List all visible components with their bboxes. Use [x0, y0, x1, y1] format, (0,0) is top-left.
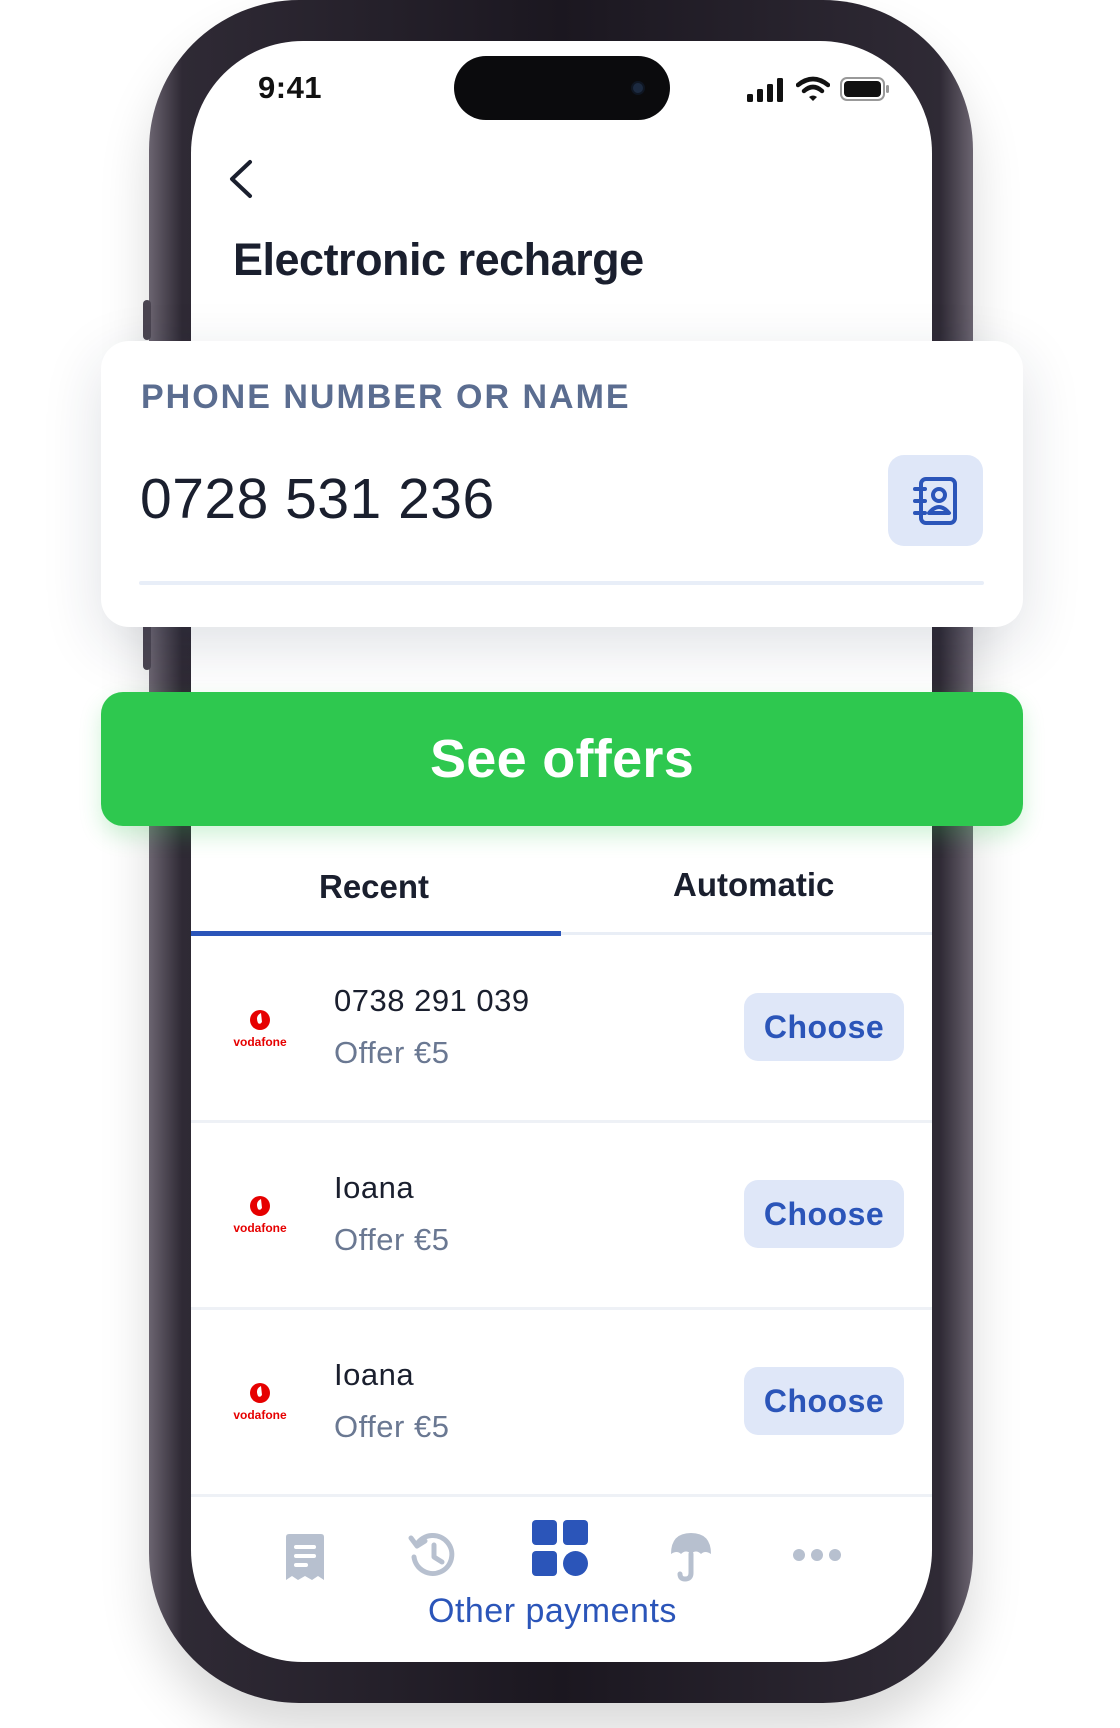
recent-item-title: Ioana	[334, 1170, 415, 1205]
choose-button[interactable]: Choose	[744, 1180, 904, 1248]
tab-automatic[interactable]: Automatic	[673, 866, 834, 904]
contacts-book-icon	[912, 476, 957, 525]
action-button	[143, 300, 151, 340]
receipt-icon[interactable]	[283, 1532, 327, 1582]
nav-label-other-payments[interactable]: Other payments	[428, 1592, 677, 1631]
see-offers-button[interactable]: See offers	[101, 692, 1023, 826]
camera-icon	[631, 81, 645, 95]
wifi-icon	[796, 76, 830, 101]
history-icon[interactable]	[408, 1530, 458, 1580]
tab-recent[interactable]: Recent	[319, 868, 429, 906]
row-divider	[191, 1120, 932, 1123]
phone-input-label: PHONE NUMBER OR NAME	[141, 378, 631, 416]
battery-icon	[840, 77, 889, 101]
back-chevron-icon[interactable]	[226, 158, 256, 200]
contacts-button[interactable]	[888, 455, 983, 546]
recent-item-offer: Offer €5	[334, 1035, 450, 1070]
svg-text:vodafone: vodafone	[233, 1035, 287, 1049]
svg-text:vodafone: vodafone	[233, 1221, 287, 1235]
recent-item-offer: Offer €5	[334, 1222, 450, 1257]
active-tab-indicator	[191, 931, 561, 936]
phone-number-input[interactable]: 0728 531 236	[140, 466, 495, 532]
vodafone-logo: vodafone	[229, 1006, 291, 1058]
input-underline	[139, 581, 984, 585]
page-title: Electronic recharge	[233, 234, 644, 285]
svg-text:vodafone: vodafone	[233, 1408, 287, 1422]
status-time: 9:41	[258, 70, 323, 105]
row-divider	[191, 1307, 932, 1310]
cellular-signal-icon	[747, 78, 783, 102]
vodafone-logo: vodafone	[229, 1192, 291, 1244]
recent-item-title: Ioana	[334, 1357, 415, 1392]
bottom-nav-divider	[191, 1494, 932, 1497]
more-icon[interactable]	[792, 1548, 842, 1562]
recent-item-title: 0738 291 039	[334, 983, 530, 1018]
choose-button[interactable]: Choose	[744, 1367, 904, 1435]
recent-item-offer: Offer €5	[334, 1409, 450, 1444]
vodafone-logo: vodafone	[229, 1379, 291, 1431]
grid-icon[interactable]	[530, 1518, 590, 1578]
choose-button[interactable]: Choose	[744, 993, 904, 1061]
umbrella-icon[interactable]	[668, 1530, 714, 1582]
